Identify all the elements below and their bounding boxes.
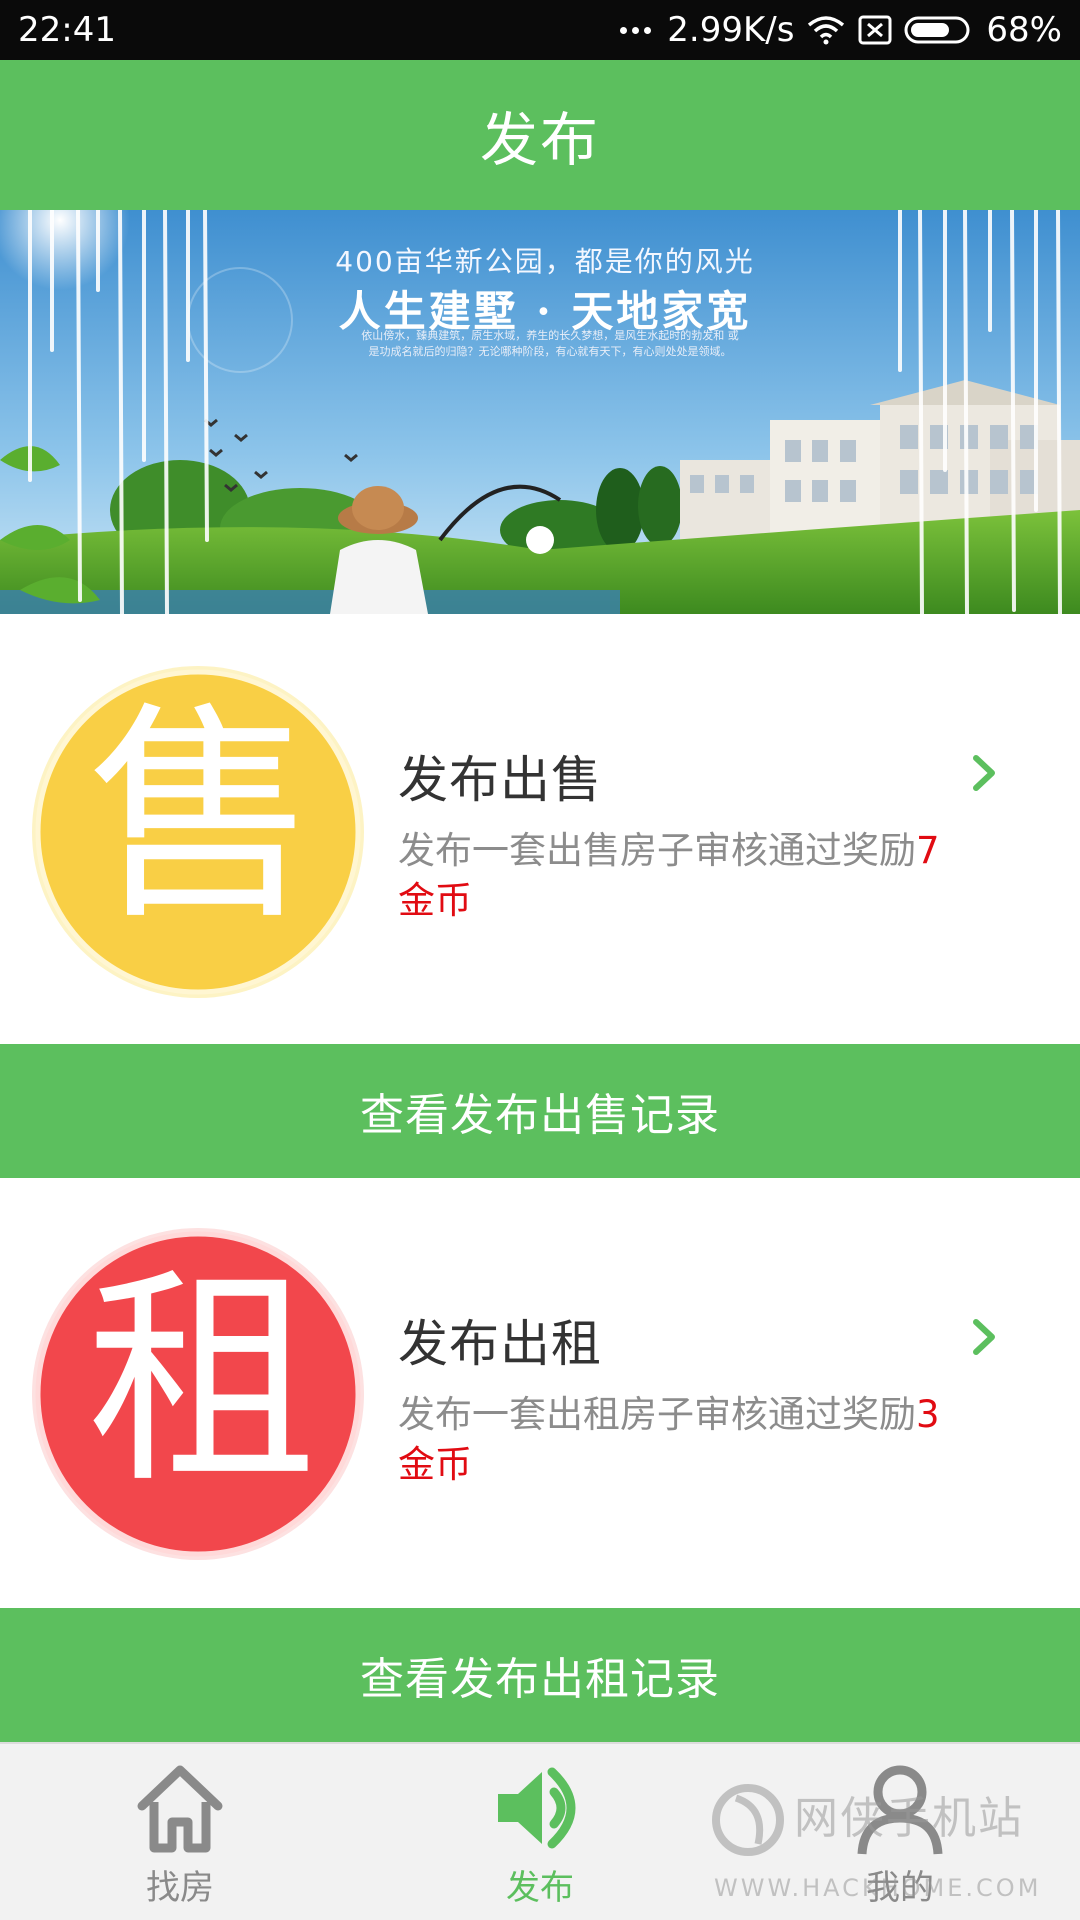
publish-rent-item[interactable]: 租 发布出租 发布一套出租房子审核通过奖励3 金币 (0, 1178, 1080, 1608)
rent-reward-amount: 3 (916, 1393, 940, 1436)
status-bar: 22:41 2.99K/s 68% (0, 0, 1080, 60)
sim-off-icon (858, 15, 892, 45)
chevron-right-icon (973, 1319, 995, 1355)
wifi-icon (808, 16, 845, 45)
nav-item-find-house[interactable]: 找房 (70, 1744, 290, 1920)
home-icon (137, 1765, 223, 1853)
battery-level: 68% (986, 10, 1062, 50)
nav-label-publish: 发布 (506, 1868, 574, 1908)
page-header: 发布 (0, 60, 1080, 210)
bottom-nav: 找房 发布 我的 (0, 1742, 1080, 1920)
svg-text:租: 租 (87, 1248, 317, 1515)
sale-desc-text: 发布一套出售房子审核通过奖励 (398, 829, 916, 872)
sale-reward-unit: 金币 (398, 879, 472, 922)
rent-description: 发布一套出租房子审核通过奖励3 金币 (398, 1390, 1018, 1490)
battery-icon (904, 16, 970, 44)
banner-fineprint: 依山傍水，臻典建筑，原生水域，养生的长久梦想，是风生水起时的勃发和 或是功成名就… (361, 329, 739, 358)
rent-reward-unit: 金币 (398, 1443, 472, 1486)
sale-title: 发布出售 (398, 751, 602, 809)
more-dots-icon (620, 26, 652, 34)
rent-title: 发布出租 (398, 1315, 602, 1373)
banner-headline: 400亩华新公园，都是你的风光 (335, 245, 755, 278)
view-sale-records-button[interactable]: 查看发布出售记录 (0, 1044, 1080, 1178)
nav-item-publish[interactable]: 发布 (430, 1744, 650, 1920)
promo-banner[interactable]: 400亩华新公园，都是你的风光 人生建墅 · 天地家宽 依山傍水，臻典建筑，原生… (0, 210, 1080, 614)
rent-badge-icon: 租 (32, 1228, 364, 1560)
status-time: 22:41 (18, 10, 116, 50)
svg-text:售: 售 (87, 684, 317, 951)
network-speed: 2.99K/s (667, 10, 795, 50)
page-title: 发布 (479, 106, 600, 174)
nav-item-mine[interactable]: 我的 (790, 1744, 1010, 1920)
chevron-right-icon (973, 755, 995, 791)
status-indicators: 2.99K/s 68% (620, 8, 1062, 52)
sale-badge-icon: 售 (32, 666, 364, 998)
sale-description: 发布一套出售房子审核通过奖励7 金币 (398, 826, 1018, 926)
rent-desc-text: 发布一套出租房子审核通过奖励 (398, 1393, 916, 1436)
publish-sale-item[interactable]: 售 发布出售 发布一套出售房子审核通过奖励7 金币 (0, 614, 1080, 1044)
sale-reward-amount: 7 (916, 829, 940, 872)
speaker-icon (498, 1767, 576, 1849)
view-rent-records-button[interactable]: 查看发布出租记录 (0, 1608, 1080, 1742)
nav-label-mine: 我的 (866, 1868, 934, 1908)
nav-label-find-house: 找房 (146, 1868, 214, 1908)
user-icon (857, 1765, 943, 1855)
